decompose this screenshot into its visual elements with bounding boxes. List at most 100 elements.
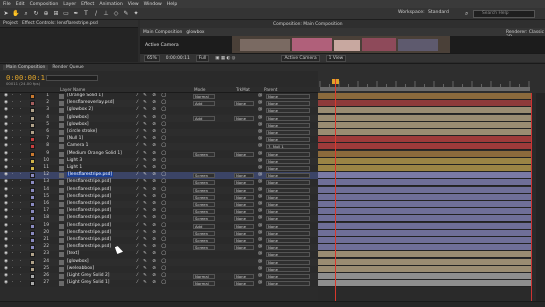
visibility-eye-icon[interactable]: ◉ <box>4 151 9 156</box>
audio-icon[interactable]: · <box>12 122 17 127</box>
parent-dropdown[interactable]: None <box>266 115 310 121</box>
parent-dropdown[interactable]: None <box>266 101 310 107</box>
resolution-dropdown[interactable]: Full <box>195 54 210 62</box>
label-color-swatch[interactable] <box>30 173 35 179</box>
layer-duration-bar[interactable] <box>318 258 531 266</box>
parent-pickwhip-icon[interactable]: @ <box>258 223 262 228</box>
layer-duration-bar[interactable] <box>318 179 531 187</box>
timeline-scrollbar[interactable] <box>536 93 545 303</box>
audio-icon[interactable]: · <box>12 216 17 221</box>
layer-name[interactable]: [lensflarestripe.psd] <box>67 230 111 235</box>
layer-name[interactable]: [Light Grey Solid 1] <box>67 280 109 285</box>
audio-icon[interactable]: · <box>12 158 17 163</box>
solo-icon[interactable]: · <box>20 216 25 221</box>
parent-pickwhip-icon[interactable]: @ <box>258 129 262 134</box>
layer-duration-bar[interactable] <box>318 143 531 151</box>
audio-icon[interactable]: · <box>12 115 17 120</box>
visibility-eye-icon[interactable]: ◉ <box>4 194 9 199</box>
parent-pickwhip-icon[interactable]: @ <box>258 158 262 163</box>
playhead-line[interactable] <box>335 79 336 303</box>
layer-duration-bar[interactable] <box>318 107 531 115</box>
layer-row[interactable]: ◉ · · 13 [lensflarestripe.psd] ⁄ ✎ ⊘ ◯ Screen N… <box>0 179 318 187</box>
parent-dropdown[interactable]: None <box>266 122 310 128</box>
parent-dropdown[interactable]: None <box>266 166 310 171</box>
parent-pickwhip-icon[interactable]: @ <box>258 215 262 220</box>
menu-item-layer[interactable]: Layer <box>63 2 76 7</box>
layer-duration-bar[interactable] <box>318 150 531 158</box>
layer-switches-icon[interactable]: ⁄ ✎ ⊘ ◯ <box>137 251 168 256</box>
parent-pickwhip-icon[interactable]: @ <box>258 179 262 184</box>
mode-dropdown[interactable]: Screen <box>193 173 215 179</box>
label-color-swatch[interactable] <box>30 230 35 236</box>
visibility-eye-icon[interactable]: ◉ <box>4 223 9 228</box>
layer-name[interactable]: [text] <box>67 251 79 256</box>
mode-dropdown[interactable]: Screen <box>193 202 215 207</box>
layer-duration-bar[interactable] <box>318 251 531 259</box>
solo-icon[interactable]: · <box>20 201 25 206</box>
tab-effect-controls[interactable]: Effect Controls: lensflarestripe.psd <box>22 21 98 26</box>
layer-duration-bar[interactable] <box>318 222 531 230</box>
parent-pickwhip-icon[interactable]: @ <box>258 115 262 120</box>
parent-pickwhip-icon[interactable]: @ <box>258 194 262 199</box>
layer-switches-icon[interactable]: ⁄ ✎ ⊘ ◯ <box>137 266 168 271</box>
visibility-eye-icon[interactable]: ◉ <box>4 93 9 98</box>
audio-icon[interactable]: · <box>12 187 17 192</box>
layer-row[interactable]: ◉ · · 4 [glowbox] ⁄ ✎ ⊘ ◯ Add None @ None <box>0 114 318 122</box>
menu-item-effect[interactable]: Effect <box>81 2 94 7</box>
label-color-swatch[interactable] <box>30 238 35 243</box>
parent-pickwhip-icon[interactable]: @ <box>258 230 262 235</box>
layer-row[interactable]: ◉ · · 6 [circle stroke] ⁄ ✎ ⊘ ◯ @ None <box>0 129 318 136</box>
viewer-timecode[interactable]: 0:00:00:11 <box>166 56 190 61</box>
visibility-eye-icon[interactable]: ◉ <box>4 115 9 120</box>
layer-row[interactable]: ◉ · · 20 [lensflarestripe.psd] ⁄ ✎ ⊘ ◯ Screen N… <box>0 229 318 237</box>
layer-switches-icon[interactable]: ⁄ ✎ ⊘ ◯ <box>137 223 168 228</box>
parent-pickwhip-icon[interactable]: @ <box>258 208 262 213</box>
audio-icon[interactable]: · <box>12 208 17 213</box>
layer-name[interactable]: [Orange Solid 1] <box>67 93 103 98</box>
label-color-swatch[interactable] <box>30 187 35 193</box>
parent-dropdown[interactable]: None <box>266 94 310 99</box>
parent-pickwhip-icon[interactable]: @ <box>258 280 262 285</box>
subtab-glowbox[interactable]: glowbox <box>186 30 204 35</box>
trkmat-dropdown[interactable]: None <box>234 187 254 193</box>
solo-icon[interactable]: · <box>20 151 25 156</box>
solo-icon[interactable]: · <box>20 187 25 192</box>
label-color-swatch[interactable] <box>30 151 35 157</box>
visibility-eye-icon[interactable]: ◉ <box>4 230 9 235</box>
layer-duration-bar[interactable] <box>318 165 531 172</box>
parent-dropdown[interactable]: None <box>266 209 310 215</box>
rotate-tool-icon[interactable]: ↻ <box>32 10 40 18</box>
layer-switches-icon[interactable]: ⁄ ✎ ⊘ ◯ <box>137 107 168 112</box>
solo-icon[interactable]: · <box>20 165 25 170</box>
layer-row[interactable]: ◉ · · 3 [glowbox 2] ⁄ ✎ ⊘ ◯ @ None <box>0 107 318 115</box>
layer-switches-icon[interactable]: ⁄ ✎ ⊘ ◯ <box>137 151 168 156</box>
pen-tool-icon[interactable]: ✒ <box>72 10 80 18</box>
label-color-swatch[interactable] <box>30 216 35 222</box>
mode-dropdown[interactable]: Normal <box>193 274 215 279</box>
layer-row[interactable]: ◉ · · 23 [text] ⁄ ✎ ⊘ ◯ @ None <box>0 251 318 259</box>
mode-dropdown[interactable]: Screen <box>193 209 215 215</box>
layer-switches-icon[interactable]: ⁄ ✎ ⊘ ◯ <box>137 136 168 141</box>
layer-duration-bar[interactable] <box>318 136 531 144</box>
parent-dropdown[interactable]: None <box>266 238 310 243</box>
parent-dropdown[interactable]: None <box>266 223 310 229</box>
timeline-tracks[interactable] <box>318 71 545 303</box>
camera-tool-icon[interactable]: ⊕ <box>42 10 50 18</box>
layer-row[interactable]: ◉ · · 10 Light 3 ⁄ ✎ ⊘ ◯ @ None <box>0 157 318 165</box>
menu-item-animation[interactable]: Animation <box>99 2 122 7</box>
parent-dropdown[interactable]: None <box>266 274 310 279</box>
mode-dropdown[interactable]: Screen <box>193 151 215 157</box>
work-area-bar[interactable] <box>320 87 530 91</box>
label-color-swatch[interactable] <box>30 144 35 150</box>
layer-duration-bar[interactable] <box>318 244 531 252</box>
visibility-eye-icon[interactable]: ◉ <box>4 165 9 170</box>
trkmat-dropdown[interactable]: None <box>234 230 254 236</box>
visibility-eye-icon[interactable]: ◉ <box>4 108 9 113</box>
audio-icon[interactable]: · <box>12 180 17 185</box>
layer-duration-bar[interactable] <box>318 265 531 273</box>
solo-icon[interactable]: · <box>20 237 25 242</box>
menu-item-help[interactable]: Help <box>167 2 177 7</box>
stamp-tool-icon[interactable]: ⊥ <box>102 10 110 18</box>
layer-row[interactable]: ◉ · · 11 Light 1 ⁄ ✎ ⊘ ◯ @ None <box>0 165 318 172</box>
eraser-tool-icon[interactable]: ◇ <box>112 10 120 18</box>
